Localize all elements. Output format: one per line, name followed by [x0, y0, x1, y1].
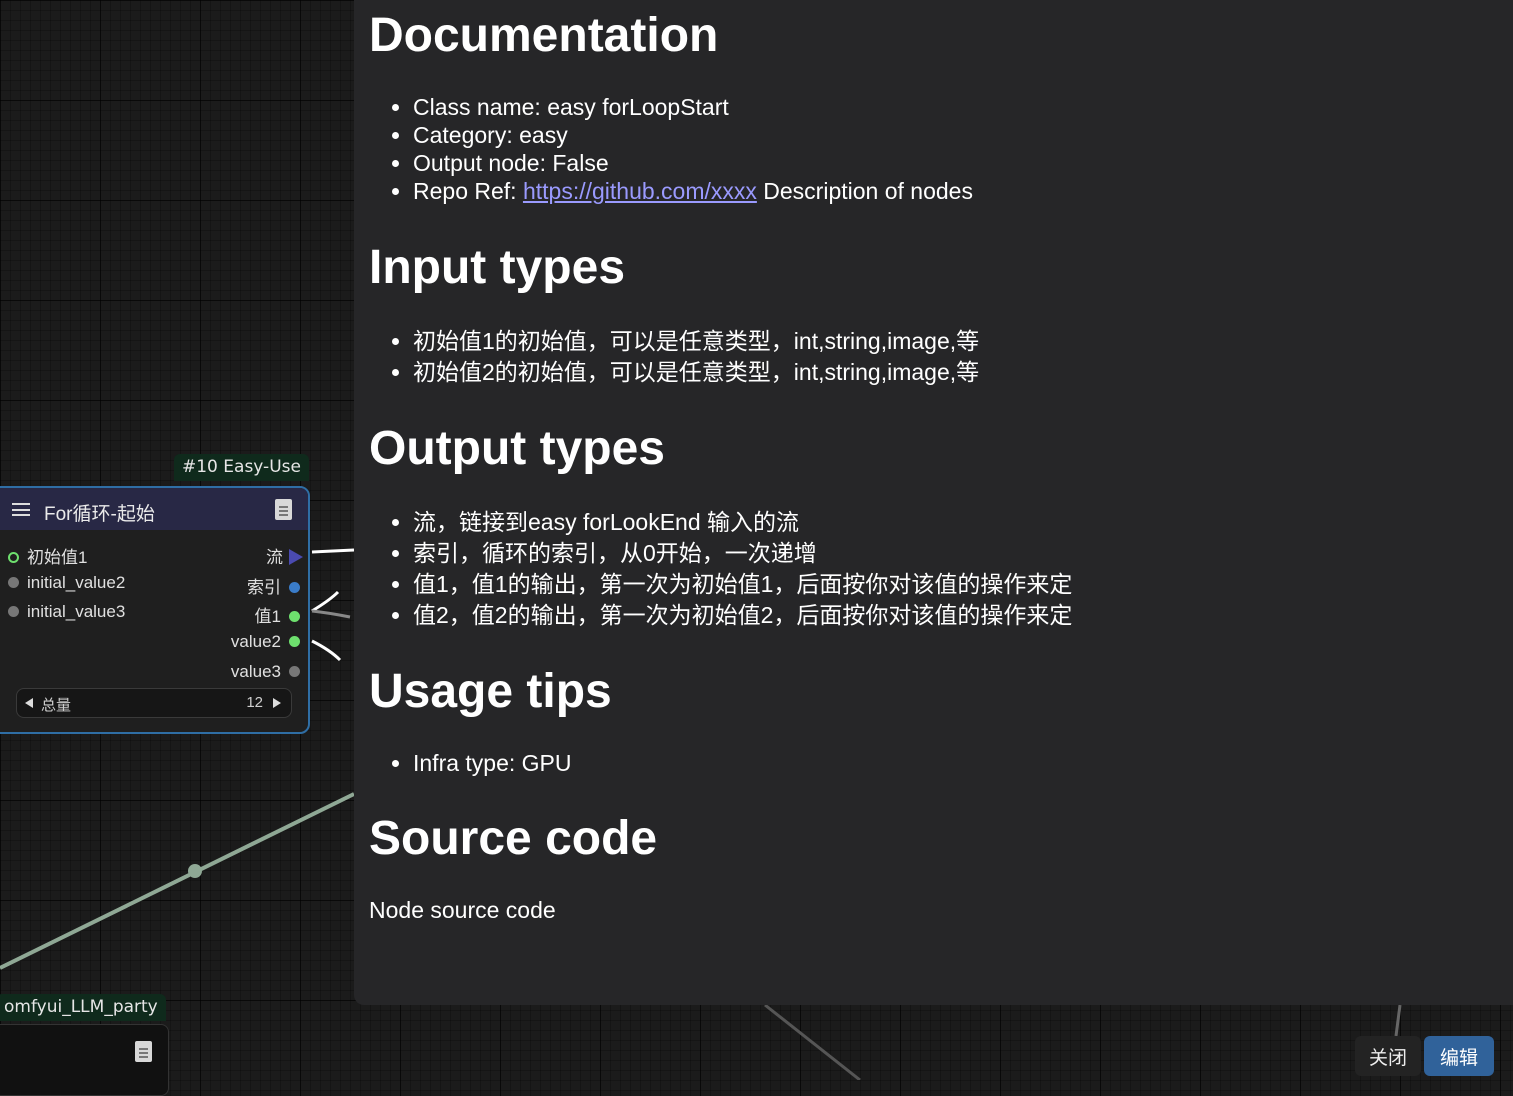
for-loop-start-node[interactable]: For循环-起始 初始值1 initial_value2 initial_val… [0, 486, 310, 734]
input-label: initial_value3 [27, 602, 126, 621]
decrement-arrow-icon[interactable] [25, 698, 33, 708]
output-dot-icon[interactable] [289, 581, 300, 593]
edit-button[interactable]: 编辑 [1424, 1036, 1494, 1076]
output-slot-value2[interactable]: value2 [231, 632, 300, 652]
heading-documentation: Documentation [369, 9, 719, 62]
link-line-flow [311, 548, 355, 554]
output-dot-icon[interactable] [289, 635, 300, 647]
input-dot-icon[interactable] [8, 605, 19, 617]
list-item: 值1，值1的输出，第一次为初始值1，后面按你对该值的操作来定 [413, 569, 1072, 600]
input-slot-initial-value2[interactable]: initial_value2 [8, 573, 125, 593]
list-item: Output node: False [413, 149, 973, 177]
document-icon[interactable] [275, 499, 292, 520]
output-slot-value1[interactable]: 值1 [255, 602, 300, 627]
document-icon[interactable] [135, 1041, 152, 1062]
repo-link[interactable]: https://github.com/xxxx [523, 178, 757, 204]
output-label: 值1 [254, 607, 281, 626]
input-dot-icon[interactable] [8, 551, 19, 563]
node-title: For循环-起始 [44, 504, 155, 525]
output-types-list: 流，链接到easy forLookEnd 输入的流 索引，循环的索引，从0开始，… [354, 507, 1072, 631]
output-label: value3 [230, 662, 281, 681]
list-item: 索引，循环的索引，从0开始，一次递增 [413, 538, 1072, 569]
total-number-widget[interactable]: 总量 12 [16, 688, 292, 718]
input-label: initial_value2 [27, 573, 126, 592]
list-item: Infra type: GPU [413, 749, 572, 777]
link-line-value2 [311, 639, 342, 662]
node-badge-llm-party: omfyui_LLM_party [0, 994, 166, 1021]
link-line-green [0, 792, 355, 970]
list-item: 值2，值2的输出，第一次为初始值2，后面按你对该值的操作来定 [413, 600, 1072, 631]
documentation-panel: Documentation Class name: easy forLoopSt… [354, 0, 1513, 1005]
heading-output-types: Output types [369, 422, 665, 475]
input-dot-icon[interactable] [8, 576, 19, 588]
node-header[interactable]: For循环-起始 [0, 488, 308, 530]
link-line-value1 [311, 590, 340, 613]
link-line-value1b [311, 609, 351, 619]
doc-info-list: Class name: easy forLoopStart Category: … [354, 93, 973, 205]
menu-icon[interactable] [12, 503, 30, 516]
repo-suffix: Description of nodes [756, 178, 973, 204]
node-badge: #10 Easy-Use [174, 454, 309, 481]
list-item: 流，链接到easy forLookEnd 输入的流 [413, 507, 1072, 538]
input-slot-initial-value1[interactable]: 初始值1 [8, 543, 87, 568]
list-item: 初始值2的初始值，可以是任意类型，int,string,image,等 [413, 357, 979, 388]
link-line-bottom-right [1394, 1004, 1402, 1037]
widget-label: 总量 [41, 697, 72, 714]
output-label: 流 [266, 548, 283, 567]
list-item: 初始值1的初始值，可以是任意类型，int,string,image,等 [413, 326, 979, 357]
output-dot-icon[interactable] [289, 610, 300, 622]
flow-triangle-icon[interactable] [289, 549, 303, 566]
source-code-text: Node source code [369, 897, 556, 923]
output-slot-value3[interactable]: value3 [231, 662, 300, 682]
heading-usage-tips: Usage tips [369, 665, 612, 718]
list-item: Class name: easy forLoopStart [413, 93, 973, 121]
heading-input-types: Input types [369, 241, 626, 294]
output-slot-index[interactable]: 索引 [247, 573, 300, 598]
list-item: Repo Ref: https://github.com/xxxx Descri… [413, 177, 973, 205]
output-slot-flow[interactable]: 流 [266, 543, 303, 568]
list-item: Category: easy [413, 121, 973, 149]
heading-source-code: Source code [369, 812, 658, 865]
link-line-bottom [764, 1003, 861, 1080]
close-button[interactable]: 关闭 [1355, 1036, 1421, 1076]
output-label: 索引 [247, 578, 281, 597]
input-slot-initial-value3[interactable]: initial_value3 [8, 602, 125, 622]
usage-tips-list: Infra type: GPU [354, 749, 572, 777]
input-label: 初始值1 [27, 548, 88, 567]
llm-party-node[interactable] [0, 1024, 169, 1096]
output-dot-icon[interactable] [289, 665, 300, 677]
link-reroute-dot[interactable] [188, 864, 202, 878]
repo-prefix: Repo Ref: [413, 178, 523, 204]
output-label: value2 [230, 632, 281, 651]
input-types-list: 初始值1的初始值，可以是任意类型，int,string,image,等 初始值2… [354, 326, 979, 388]
increment-arrow-icon[interactable] [273, 698, 281, 708]
widget-value[interactable]: 12 [246, 694, 263, 711]
